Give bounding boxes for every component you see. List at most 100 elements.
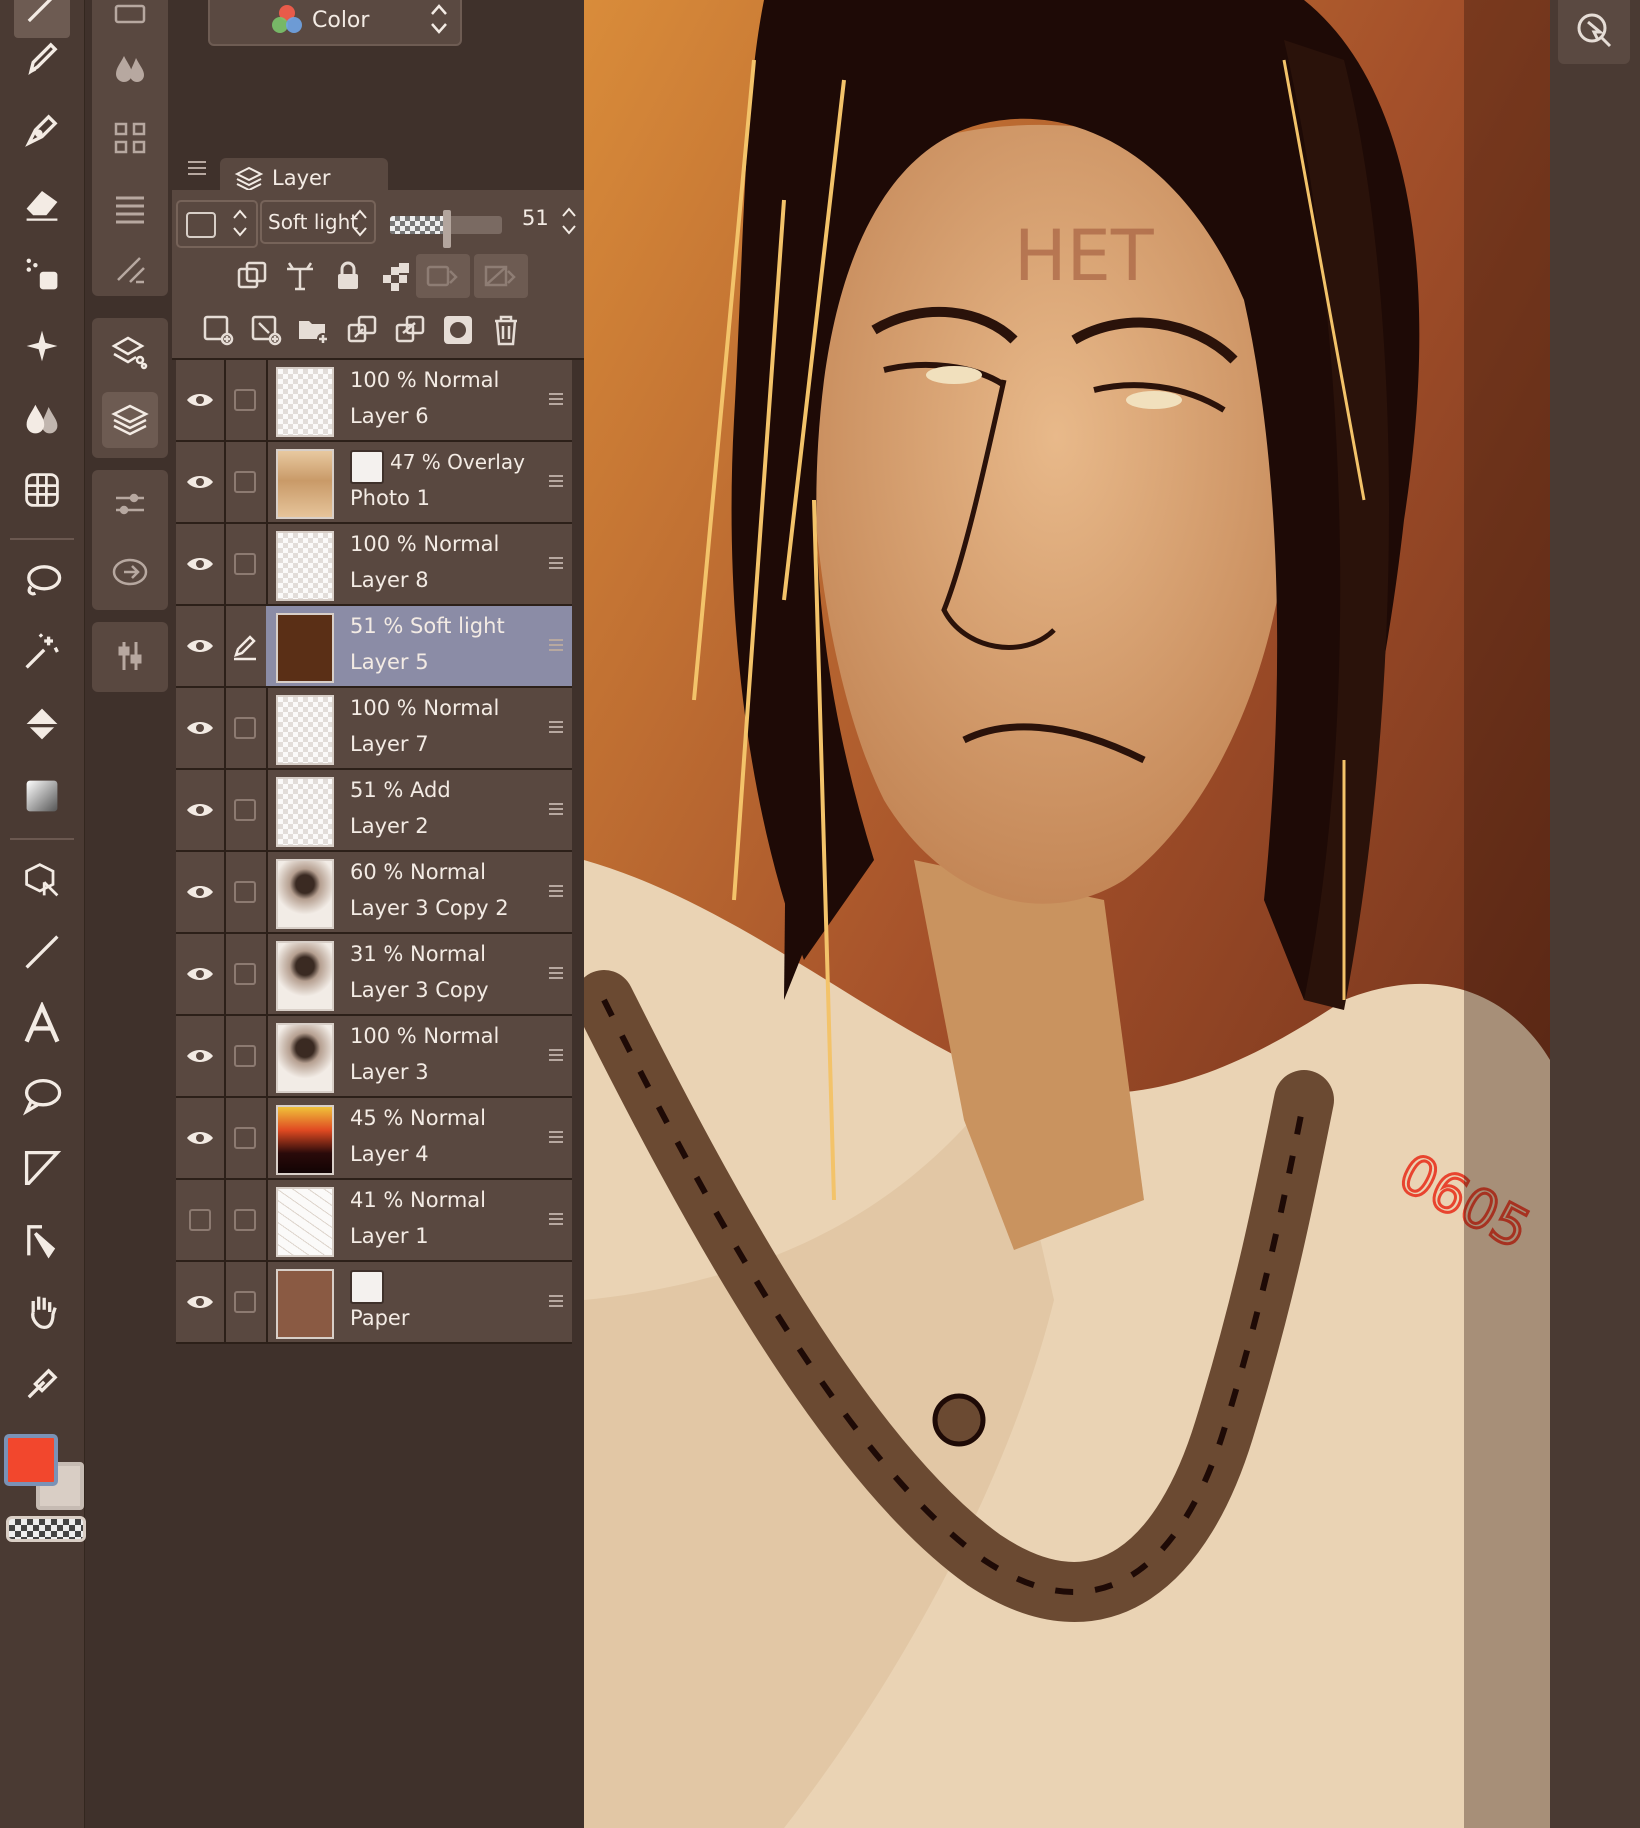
sub-tool-drops-icon[interactable] xyxy=(102,40,158,96)
brush-size-icon[interactable] xyxy=(102,240,158,296)
fill-drop-icon[interactable] xyxy=(14,390,70,446)
layer-row[interactable]: 100 % Normal Layer 8 xyxy=(176,524,572,606)
layer-select-area[interactable]: 100 % Normal Layer 8 xyxy=(266,524,572,604)
layer-edit-toggle[interactable] xyxy=(224,1180,268,1260)
layer-edit-toggle[interactable] xyxy=(224,688,268,768)
blend-mode-select[interactable]: Soft light xyxy=(260,200,376,244)
opacity-value[interactable]: 51 xyxy=(522,206,549,230)
layer-edit-toggle[interactable] xyxy=(224,442,268,522)
layer-visibility-toggle[interactable] xyxy=(176,770,226,850)
fill-bucket-icon[interactable] xyxy=(14,696,70,752)
layer-edit-toggle[interactable] xyxy=(224,934,268,1014)
layer-row[interactable]: 41 % Normal Layer 1 xyxy=(176,1180,572,1262)
layer-visibility-toggle[interactable] xyxy=(176,688,226,768)
layer-visibility-toggle[interactable] xyxy=(176,1180,226,1260)
decoration-tool-icon[interactable] xyxy=(14,246,70,302)
layer-visibility-toggle[interactable] xyxy=(176,442,226,522)
layer-select-area[interactable]: 41 % Normal Layer 1 xyxy=(266,1180,572,1260)
hand-tool-icon[interactable] xyxy=(14,1284,70,1340)
ruler-range-icon[interactable] xyxy=(474,254,528,298)
layer-row[interactable]: 51 % Soft light Layer 5 xyxy=(176,606,572,688)
new-vector-layer-icon[interactable] xyxy=(246,310,286,350)
transfer-to-lower-layer-icon[interactable] xyxy=(342,310,382,350)
delete-layer-icon[interactable] xyxy=(486,310,526,350)
layer-edit-toggle[interactable] xyxy=(224,1016,268,1096)
lock-layer-icon[interactable] xyxy=(328,256,368,296)
palette-menu-icon[interactable] xyxy=(186,160,208,176)
adjustment-sliders-icon[interactable] xyxy=(102,476,158,532)
line-tool-icon[interactable] xyxy=(14,924,70,980)
eraser-tool-icon[interactable] xyxy=(14,174,70,230)
layer-select-area[interactable]: 100 % Normal Layer 7 xyxy=(266,688,572,768)
layer-select-area[interactable]: 47 % Overlay Photo 1 xyxy=(266,442,572,522)
pen-tool-icon[interactable] xyxy=(14,30,70,86)
layer-visibility-toggle[interactable] xyxy=(176,1098,226,1178)
layer-edit-toggle[interactable] xyxy=(224,606,268,686)
layer-visibility-toggle[interactable] xyxy=(176,360,226,440)
adjust-controls-icon[interactable] xyxy=(102,628,158,684)
layer-palette-icon[interactable] xyxy=(102,392,158,448)
color-set-dropdown[interactable]: Color xyxy=(208,0,462,46)
ruler-tool-icon[interactable] xyxy=(14,1212,70,1268)
layer-select-area[interactable]: 100 % Normal Layer 6 xyxy=(266,360,572,440)
magic-wand-icon[interactable] xyxy=(14,624,70,680)
lock-transparent-pixels-icon[interactable] xyxy=(376,256,416,296)
balloon-icon[interactable] xyxy=(14,1068,70,1124)
layer-row[interactable]: 100 % Normal Layer 6 xyxy=(176,360,572,442)
frame-border-icon[interactable] xyxy=(14,1140,70,1196)
reference-layer-icon[interactable] xyxy=(280,256,320,296)
pencil-tool-icon[interactable] xyxy=(14,102,70,158)
layer-select-area[interactable]: 51 % Add Layer 2 xyxy=(266,770,572,850)
layer-property-icon[interactable] xyxy=(102,324,158,380)
layer-select-area[interactable]: 31 % Normal Layer 3 Copy xyxy=(266,934,572,1014)
layer-visibility-toggle[interactable] xyxy=(176,934,226,1014)
mesh-transform-icon[interactable] xyxy=(14,462,70,518)
layer-edit-toggle[interactable] xyxy=(224,360,268,440)
layer-select-area[interactable]: 100 % Normal Layer 3 xyxy=(266,1016,572,1096)
main-color-swatch[interactable] xyxy=(4,1434,58,1486)
navigator-button[interactable] xyxy=(1558,0,1630,64)
layer-edit-toggle[interactable] xyxy=(224,524,268,604)
gradient-icon[interactable] xyxy=(14,768,70,824)
blend-tool-icon[interactable] xyxy=(14,318,70,374)
layer-row[interactable]: 51 % Add Layer 2 xyxy=(176,770,572,852)
layer-select-area[interactable]: 45 % Normal Layer 4 xyxy=(266,1098,572,1178)
layer-row[interactable]: 47 % Overlay Photo 1 xyxy=(176,442,572,524)
layer-select-area[interactable]: Paper xyxy=(266,1262,572,1342)
text-tool-icon[interactable] xyxy=(14,996,70,1052)
layer-visibility-toggle[interactable] xyxy=(176,606,226,686)
layer-row[interactable]: 100 % Normal Layer 7 xyxy=(176,688,572,770)
reference-navigator-icon[interactable] xyxy=(102,544,158,600)
layer-edit-toggle[interactable] xyxy=(224,1098,268,1178)
layer-visibility-toggle[interactable] xyxy=(176,524,226,604)
layer-select-area[interactable]: 60 % Normal Layer 3 Copy 2 xyxy=(266,852,572,932)
layer-row[interactable]: 60 % Normal Layer 3 Copy 2 xyxy=(176,852,572,934)
lasso-select-icon[interactable] xyxy=(14,552,70,608)
opacity-slider-knob[interactable] xyxy=(443,210,452,248)
new-raster-layer-icon[interactable] xyxy=(198,310,238,350)
layer-row[interactable]: 45 % Normal Layer 4 xyxy=(176,1098,572,1180)
layer-row[interactable]: 31 % Normal Layer 3 Copy xyxy=(176,934,572,1016)
clip-to-layer-below-icon[interactable] xyxy=(232,256,272,296)
canvas[interactable]: HET 0605 xyxy=(584,0,1550,1828)
eyedropper-icon[interactable] xyxy=(14,1356,70,1412)
layer-row[interactable]: Paper xyxy=(176,1262,572,1344)
merge-with-layer-below-icon[interactable] xyxy=(390,310,430,350)
transparent-color-swatch[interactable] xyxy=(6,1516,86,1542)
tool-property-icon[interactable] xyxy=(102,180,158,236)
enable-mask-icon[interactable] xyxy=(416,254,470,298)
layer-select-area[interactable]: 51 % Soft light Layer 5 xyxy=(266,606,572,686)
layer-edit-toggle[interactable] xyxy=(224,852,268,932)
layer-visibility-toggle[interactable] xyxy=(176,1016,226,1096)
layer-edit-toggle[interactable] xyxy=(224,770,268,850)
layer-row[interactable]: 100 % Normal Layer 3 xyxy=(176,1016,572,1098)
sub-view-icon[interactable] xyxy=(102,110,158,166)
opacity-stepper-icon[interactable] xyxy=(560,204,578,238)
object-select-icon[interactable] xyxy=(14,852,70,908)
new-layer-folder-icon[interactable] xyxy=(294,310,334,350)
layer-visibility-toggle[interactable] xyxy=(176,852,226,932)
expression-color-select[interactable] xyxy=(176,200,258,248)
layer-edit-toggle[interactable] xyxy=(224,1262,268,1342)
create-layer-mask-icon[interactable] xyxy=(438,310,478,350)
layer-visibility-toggle[interactable] xyxy=(176,1262,226,1342)
